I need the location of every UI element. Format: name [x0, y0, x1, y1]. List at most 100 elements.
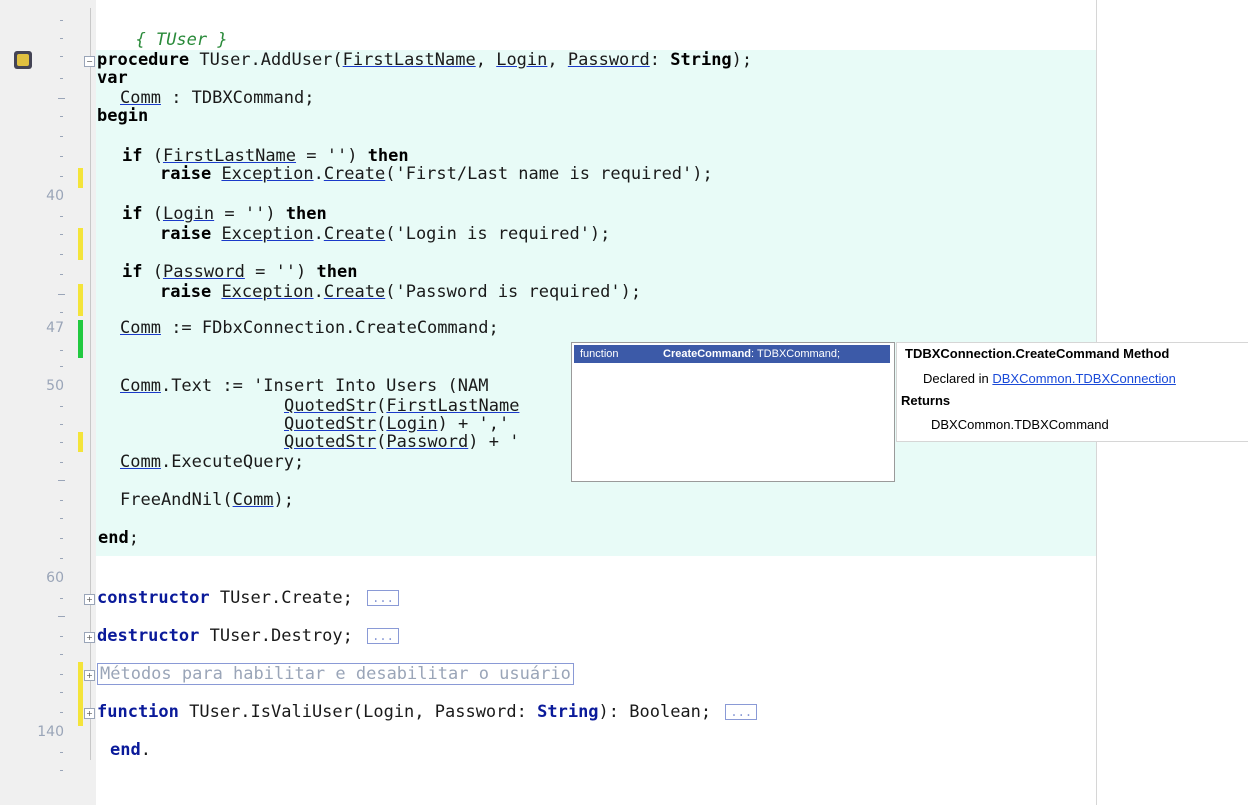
code-line[interactable]: if (Login = '') then [122, 204, 327, 224]
identifier: TUser.IsValiUser(Login, Password: [178, 702, 538, 722]
code-line[interactable]: begin [97, 106, 148, 126]
expand-toggle-icon[interactable]: + [84, 670, 95, 681]
keyword: raise [160, 224, 212, 244]
identifier-link[interactable]: Comm [120, 452, 161, 472]
punct: ; [128, 528, 139, 548]
identifier-link[interactable]: QuotedStr [284, 432, 376, 452]
completion-item[interactable]: function CreateCommand: TDBXCommand; [574, 345, 890, 363]
identifier-link[interactable]: Exception [221, 164, 313, 184]
gutter-dot [60, 136, 63, 137]
code-line[interactable]: function TUser.IsValiUser(Login, Passwor… [97, 702, 758, 722]
gutter-dot [60, 216, 63, 217]
punct [211, 224, 221, 244]
gutter-dot [60, 176, 63, 177]
punct: = '') [214, 204, 286, 224]
modified-line-marker [78, 662, 83, 726]
code-line[interactable]: if (FirstLastName = '') then [122, 146, 409, 166]
identifier-link[interactable]: Password [163, 262, 245, 282]
keyword: procedure [97, 50, 190, 70]
identifier-link[interactable]: Password [386, 432, 468, 452]
code-line[interactable]: end. [110, 740, 151, 760]
code-line[interactable]: destructor TUser.Destroy; ... [97, 626, 399, 646]
expand-toggle-icon[interactable]: + [84, 708, 95, 719]
identifier-link[interactable]: Comm [120, 318, 161, 338]
gutter-dot [60, 312, 63, 313]
code-line[interactable]: if (Password = '') then [122, 262, 357, 282]
identifier: FreeAndNil( [120, 490, 233, 510]
completion-signature: : TDBXCommand; [751, 348, 841, 360]
fold-toggle-icon[interactable]: − [84, 56, 95, 67]
identifier-link[interactable]: QuotedStr [284, 414, 376, 434]
punct: , [475, 50, 497, 70]
identifier-link[interactable]: Password [568, 50, 650, 70]
gutter-dot [60, 350, 63, 351]
gutter-dot [60, 636, 63, 637]
punct: ( [142, 146, 163, 166]
identifier-link[interactable]: QuotedStr [284, 396, 376, 416]
gutter-dot [60, 78, 63, 79]
gutter-dot [60, 406, 63, 407]
gutter-dot [60, 518, 63, 519]
identifier-link[interactable]: Comm [120, 88, 161, 108]
code-line[interactable]: raise Exception.Create('Login is require… [160, 224, 610, 244]
string: .Text := 'Insert Into Users (NAM [160, 376, 489, 396]
code-completion-popup[interactable]: function CreateCommand: TDBXCommand; [571, 342, 895, 482]
punct: = '') [296, 146, 368, 166]
code-line[interactable]: end; [98, 528, 139, 548]
line-number: 140 [37, 724, 64, 740]
identifier: : TDBXCommand; [160, 88, 315, 108]
code-line[interactable]: procedure TUser.AddUser(FirstLastName, L… [97, 50, 752, 70]
code-line[interactable]: raise Exception.Create('First/Last name … [160, 164, 713, 184]
punct: : [649, 50, 671, 70]
gutter-dot [60, 20, 63, 21]
keyword: var [97, 68, 128, 88]
code-line[interactable]: QuotedStr(Login) + ',' [284, 414, 509, 434]
code-line[interactable]: constructor TUser.Create; ... [97, 588, 399, 608]
identifier-link[interactable]: Comm [233, 490, 274, 510]
identifier-link[interactable]: Exception [221, 282, 313, 302]
identifier-link[interactable]: FirstLastName [386, 396, 519, 416]
identifier-link[interactable]: Create [324, 282, 385, 302]
identifier-link[interactable]: Create [324, 224, 385, 244]
identifier-link[interactable]: Create [324, 164, 385, 184]
identifier-link[interactable]: FirstLastName [343, 50, 476, 70]
identifier-link[interactable]: FirstLastName [163, 146, 296, 166]
code-line[interactable]: QuotedStr(FirstLastName [284, 396, 519, 416]
code-line[interactable]: Comm : TDBXCommand; [120, 88, 314, 108]
keyword: constructor [97, 588, 210, 608]
code-line[interactable]: { TUser } [115, 10, 228, 50]
expand-toggle-icon[interactable]: + [84, 632, 95, 643]
punct: ( [142, 204, 163, 224]
collapsed-code-box[interactable]: ... [367, 590, 399, 606]
code-line[interactable]: Comm.Text := 'Insert Into Users (NAM [120, 376, 488, 396]
code-line[interactable]: raise Exception.Create('Password is requ… [160, 282, 641, 302]
punct: ); [273, 490, 295, 510]
code-line[interactable]: Comm.ExecuteQuery; [120, 452, 304, 472]
code-line[interactable]: FreeAndNil(Comm); [120, 490, 294, 510]
line-number: 50 [46, 378, 64, 394]
comment: { TUser } [135, 30, 228, 50]
completion-name: CreateCommand: TDBXCommand; [663, 348, 840, 360]
code-line[interactable]: Métodos para habilitar e desabilitar o u… [97, 663, 574, 685]
identifier: ): Boolean; [598, 702, 722, 722]
code-line[interactable]: Comm := FDbxConnection.CreateCommand; [120, 318, 499, 338]
keyword: raise [160, 164, 212, 184]
expand-toggle-icon[interactable]: + [84, 594, 95, 605]
collapsed-code-box[interactable]: ... [725, 704, 758, 720]
declared-link[interactable]: DBXCommon.TDBXConnection [992, 371, 1176, 386]
gutter-dot [60, 156, 63, 157]
string: ('Password is required'); [385, 282, 642, 302]
punct: , [547, 50, 568, 70]
bookmark-icon[interactable] [14, 51, 32, 69]
code-line[interactable]: QuotedStr(Password) + ' [284, 432, 519, 452]
identifier-link[interactable]: Comm [120, 376, 161, 396]
identifier-link[interactable]: Login [496, 50, 547, 70]
code-line[interactable]: var [97, 68, 128, 88]
keyword: function [97, 702, 179, 722]
collapsed-code-box[interactable]: ... [367, 628, 399, 644]
identifier-link[interactable]: Exception [221, 224, 313, 244]
collapsed-region[interactable]: Métodos para habilitar e desabilitar o u… [97, 663, 574, 685]
identifier: TUser.AddUser( [189, 50, 343, 70]
identifier-link[interactable]: Login [163, 204, 214, 224]
identifier-link[interactable]: Login [386, 414, 437, 434]
